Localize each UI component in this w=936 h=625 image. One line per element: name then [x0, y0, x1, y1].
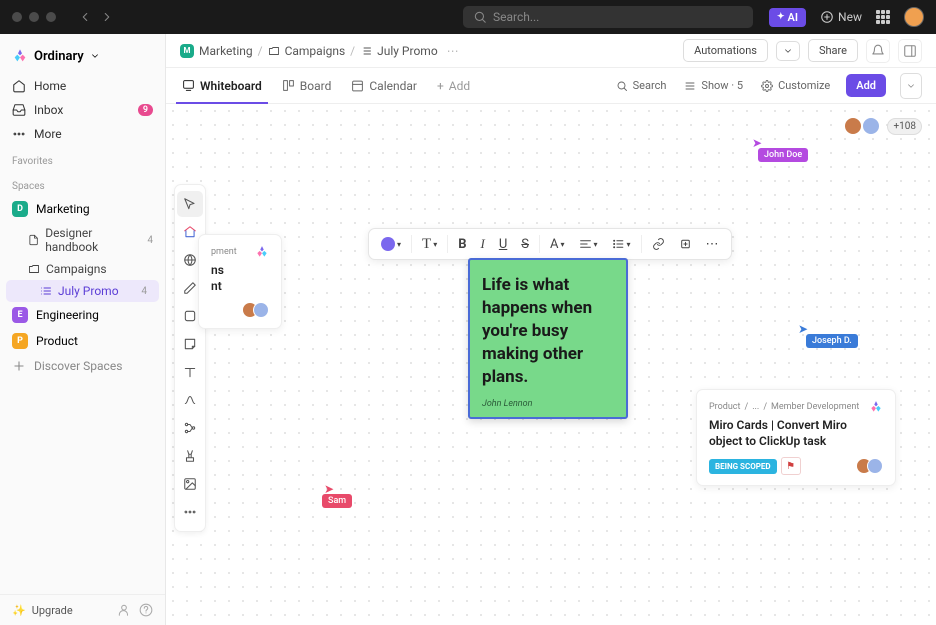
search-placeholder: Search...: [493, 10, 539, 24]
task-card[interactable]: Product/ .../ Member Development Miro Ca…: [696, 389, 896, 486]
discover-spaces[interactable]: Discover Spaces: [0, 354, 165, 378]
fmt-align[interactable]: ▾: [573, 232, 604, 256]
apps-icon[interactable]: [876, 10, 890, 24]
view-search[interactable]: Search: [614, 79, 669, 92]
tool-select[interactable]: [177, 191, 203, 217]
nav-inbox[interactable]: Inbox 9: [0, 98, 165, 122]
user-avatar[interactable]: [904, 7, 924, 27]
forward-button[interactable]: [100, 10, 114, 24]
tool-image[interactable]: [177, 471, 203, 497]
tool-more[interactable]: [177, 499, 203, 525]
view-show[interactable]: Show · 5: [682, 79, 745, 92]
fmt-list[interactable]: ▾: [606, 232, 637, 256]
fmt-convert[interactable]: [673, 232, 698, 256]
back-button[interactable]: [78, 10, 92, 24]
add-dropdown[interactable]: [900, 73, 922, 99]
tree-designer-handbook[interactable]: Designer handbook 4: [0, 222, 165, 258]
automations-button[interactable]: Automations: [683, 39, 768, 62]
fmt-bold[interactable]: B: [452, 232, 472, 256]
tool-stamp[interactable]: [177, 443, 203, 469]
share-button[interactable]: Share: [808, 39, 858, 62]
fmt-link[interactable]: [646, 232, 671, 256]
global-search[interactable]: Search...: [463, 6, 753, 28]
add-button[interactable]: Add: [846, 74, 886, 97]
space-product[interactable]: P Product: [0, 328, 165, 354]
spaces-label: Spaces: [0, 171, 165, 196]
person-icon[interactable]: [117, 603, 131, 617]
space-engineering[interactable]: E Engineering: [0, 302, 165, 328]
fmt-font[interactable]: T▾: [416, 232, 443, 256]
help-icon[interactable]: [139, 603, 153, 617]
workspace-switcher[interactable]: Ordinary: [0, 42, 165, 74]
tab-calendar[interactable]: Calendar: [349, 68, 419, 103]
bell-icon[interactable]: [866, 39, 890, 63]
cursor-label: Sam: [322, 494, 352, 508]
cursor-label: John Doe: [758, 148, 808, 162]
whiteboard-canvas[interactable]: +108 ▾ T▾ B: [166, 104, 936, 625]
tab-board[interactable]: Board: [280, 68, 334, 103]
upgrade-link[interactable]: Upgrade: [32, 604, 73, 617]
note-author: John Lennon: [482, 399, 614, 409]
task-card[interactable]: pment nsnt: [198, 234, 282, 329]
note-text: Life is what happens when you're busy ma…: [482, 274, 614, 389]
tab-add-view[interactable]: +Add: [435, 68, 472, 103]
tree-july-promo[interactable]: July Promo 4: [6, 280, 159, 302]
tool-sticky[interactable]: [177, 331, 203, 357]
fmt-more[interactable]: ⋯: [700, 232, 725, 256]
fmt-color[interactable]: ▾: [375, 232, 407, 256]
ai-button[interactable]: ✦AI: [769, 8, 806, 27]
view-customize[interactable]: Customize: [759, 79, 832, 92]
fmt-strike[interactable]: S: [515, 232, 535, 256]
flag-icon[interactable]: ⚑: [781, 457, 801, 475]
fmt-textcolor[interactable]: A▾: [544, 232, 571, 256]
status-chip: BEING SCOPED: [709, 459, 777, 474]
tool-text[interactable]: [177, 359, 203, 385]
favorites-label: Favorites: [0, 146, 165, 171]
panel-icon[interactable]: [898, 39, 922, 63]
space-marketing[interactable]: D Marketing: [0, 196, 165, 222]
cursor-label: Joseph D.: [806, 334, 858, 348]
tool-connector[interactable]: [177, 387, 203, 413]
selection-toolbar: ▾ T▾ B I U S A▾ ▾ ▾ ⋯: [368, 228, 732, 260]
automations-dropdown[interactable]: [776, 41, 800, 61]
presence-more[interactable]: +108: [887, 118, 922, 135]
presence-avatar[interactable]: [861, 116, 881, 136]
new-button[interactable]: New: [820, 10, 862, 24]
sidebar: Ordinary Home Inbox 9 More Favorites Spa…: [0, 34, 166, 625]
nav-more[interactable]: More: [0, 122, 165, 146]
tool-relation[interactable]: [177, 415, 203, 441]
fmt-underline[interactable]: U: [493, 232, 513, 256]
tab-whiteboard[interactable]: Whiteboard: [180, 68, 264, 103]
upgrade-icon: ✨: [12, 604, 26, 617]
breadcrumb[interactable]: M Marketing / Campaigns / July Promo ⋯: [180, 44, 459, 58]
tree-campaigns[interactable]: Campaigns: [0, 258, 165, 280]
nav-home[interactable]: Home: [0, 74, 165, 98]
presence-avatar[interactable]: [843, 116, 863, 136]
sticky-note[interactable]: Life is what happens when you're busy ma…: [468, 258, 628, 419]
inbox-badge: 9: [138, 104, 153, 116]
window-controls[interactable]: [12, 12, 56, 22]
fmt-italic[interactable]: I: [475, 232, 491, 256]
